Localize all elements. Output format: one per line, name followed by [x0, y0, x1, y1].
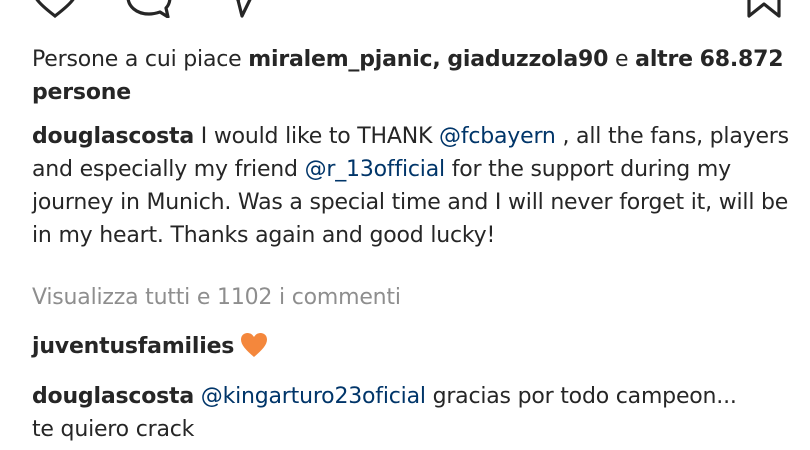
likes-prefix: Persone a cui piace — [32, 47, 242, 72]
caption-text-1: I would like to THANK — [200, 124, 433, 149]
heart-outline-icon[interactable] — [30, 0, 80, 18]
caption-mention-r13official[interactable]: @r_13official — [305, 157, 446, 182]
comment-item: douglascosta @kingarturo23oficial gracia… — [32, 380, 792, 446]
comment-item: juventusfamilies — [32, 330, 792, 363]
post-caption: douglascosta I would like to THANK @fcba… — [32, 120, 792, 252]
caption-username[interactable]: douglascosta — [32, 124, 194, 149]
post-action-bar — [0, 0, 810, 20]
likes-others-word[interactable]: altre — [635, 47, 693, 72]
comment-username[interactable]: douglascosta — [32, 384, 194, 409]
comment-text-line2: te quiero crack — [32, 417, 195, 442]
view-all-comments-link[interactable]: Visualizza tutti e 1102 i commenti — [32, 281, 792, 314]
orange-heart-icon — [240, 332, 268, 358]
liker-username-2[interactable]: giaduzzola90 — [447, 47, 608, 72]
liker-username-1[interactable]: miralem_pjanic, — [248, 47, 440, 72]
comment-text: gracias por todo campeon... — [432, 384, 737, 409]
send-icon[interactable] — [222, 0, 262, 18]
likes-conjunction: e — [615, 47, 629, 72]
bookmark-icon[interactable] — [744, 0, 784, 18]
likes-summary: Persone a cui piace miralem_pjanic, giad… — [32, 43, 792, 109]
comment-mention-kingarturo[interactable]: @kingarturo23oficial — [201, 384, 426, 409]
caption-mention-fcbayern[interactable]: @fcbayern — [439, 124, 556, 149]
comment-bubble-icon[interactable] — [124, 0, 174, 18]
comment-username[interactable]: juventusfamilies — [32, 334, 234, 359]
